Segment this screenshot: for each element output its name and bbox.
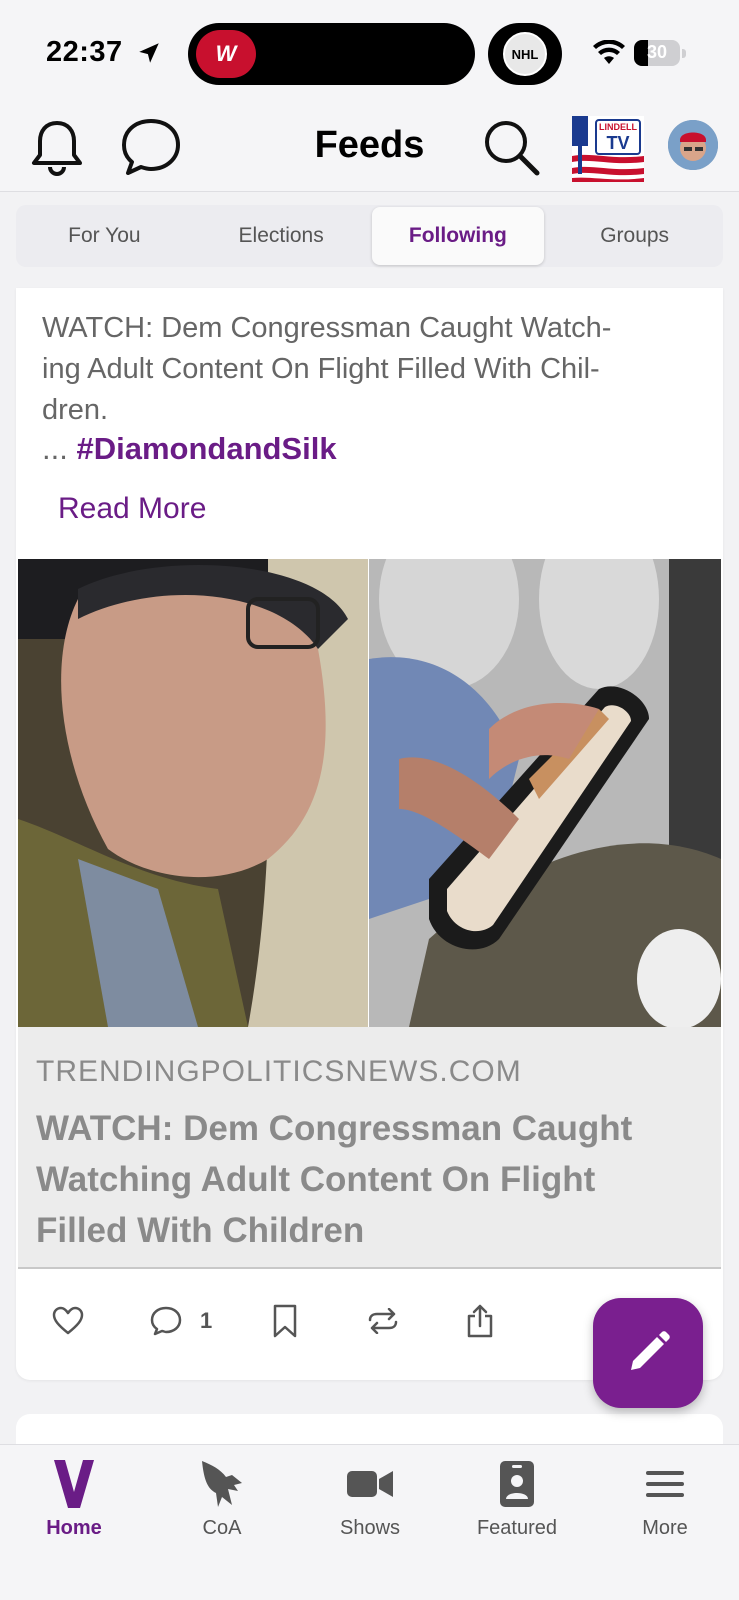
photo-left-panel xyxy=(18,559,368,1027)
bookmark-button[interactable] xyxy=(272,1273,298,1369)
repost-icon xyxy=(368,1308,398,1334)
link-preview[interactable]: TRENDINGPOLITICSNEWS.COM WATCH: Dem Cong… xyxy=(18,1027,721,1269)
user-avatar[interactable] xyxy=(668,120,718,170)
photo-right-panel xyxy=(369,559,721,1027)
nav-shows[interactable]: Shows xyxy=(296,1455,444,1555)
nav-featured[interactable]: Featured xyxy=(443,1455,591,1555)
post-image[interactable] xyxy=(18,559,721,1027)
nav-coa[interactable]: CoA xyxy=(148,1455,296,1555)
bottom-tab-bar: Home CoA Shows Featured More xyxy=(0,1444,739,1600)
share-icon xyxy=(467,1304,493,1338)
bookmark-icon xyxy=(273,1304,297,1338)
lindell-tv-logo[interactable]: LINDELL TV xyxy=(572,116,644,182)
read-more-link[interactable]: Read More xyxy=(58,492,206,526)
like-button[interactable] xyxy=(52,1273,84,1369)
nhl-shield-icon: NHL xyxy=(503,32,547,76)
pencil-icon xyxy=(631,1331,670,1370)
hashtag-line: ... #DiamondandSilk xyxy=(42,431,337,467)
tab-following[interactable]: Following xyxy=(371,207,545,265)
share-button[interactable] xyxy=(466,1273,494,1369)
post-text-line: WATCH: Dem Congressman Caught Watch- xyxy=(42,312,612,344)
logo-text-bottom: TV xyxy=(606,133,629,153)
nhl-live-activity: NHL xyxy=(488,23,562,85)
tab-for-you[interactable]: For You xyxy=(18,207,191,265)
comment-bubble-icon xyxy=(150,1306,182,1336)
search-icon[interactable] xyxy=(480,116,542,178)
comment-button[interactable]: 1 xyxy=(150,1273,212,1369)
battery-percent: 30 xyxy=(646,42,668,62)
heart-icon xyxy=(52,1306,84,1335)
compose-button[interactable] xyxy=(593,1298,703,1408)
nav-label: Home xyxy=(46,1517,102,1539)
wifi-icon xyxy=(593,40,625,64)
ellipsis: ... xyxy=(42,431,68,466)
top-header: Feeds LINDELL TV xyxy=(0,100,739,192)
post-text-line: dren. xyxy=(42,394,109,426)
tab-elections[interactable]: Elections xyxy=(195,207,368,265)
nav-label: Shows xyxy=(339,1517,401,1539)
comment-count: 1 xyxy=(200,1308,213,1333)
nav-label: Featured xyxy=(476,1517,558,1539)
link-domain: TRENDINGPOLITICSNEWS.COM xyxy=(36,1055,522,1088)
nav-label: More xyxy=(642,1517,688,1539)
video-camera-icon xyxy=(347,1455,393,1513)
hashtag-link[interactable]: #DiamondandSilk xyxy=(76,431,336,466)
battery-icon: 30 xyxy=(634,40,680,66)
nav-home[interactable]: Home xyxy=(0,1455,148,1555)
tab-groups[interactable]: Groups xyxy=(548,207,721,265)
logo-text-top: LINDELL xyxy=(599,122,637,132)
status-time: 22:37 xyxy=(46,36,123,68)
feed-tabs: For You Elections Following Groups xyxy=(16,205,723,267)
eagle-icon xyxy=(198,1455,246,1513)
post-card: WATCH: Dem Congressman Caught Watch- ing… xyxy=(16,288,723,1380)
link-title: WATCH: Dem Congressman Caught Watching A… xyxy=(36,1109,633,1250)
id-badge-icon xyxy=(500,1455,534,1513)
hamburger-menu-icon xyxy=(646,1455,684,1513)
nav-label: CoA xyxy=(202,1517,242,1539)
status-bar: 22:37 W NHL 30 xyxy=(0,0,739,100)
team-logo-icon: W xyxy=(196,30,256,78)
location-arrow-icon xyxy=(139,43,159,63)
repost-button[interactable] xyxy=(366,1273,400,1369)
post-text: WATCH: Dem Congressman Caught Watch- ing… xyxy=(42,308,702,431)
post-text-line: ing Adult Content On Flight Filled With … xyxy=(42,353,600,385)
nav-more[interactable]: More xyxy=(591,1455,739,1555)
v-logo-icon xyxy=(54,1455,94,1513)
